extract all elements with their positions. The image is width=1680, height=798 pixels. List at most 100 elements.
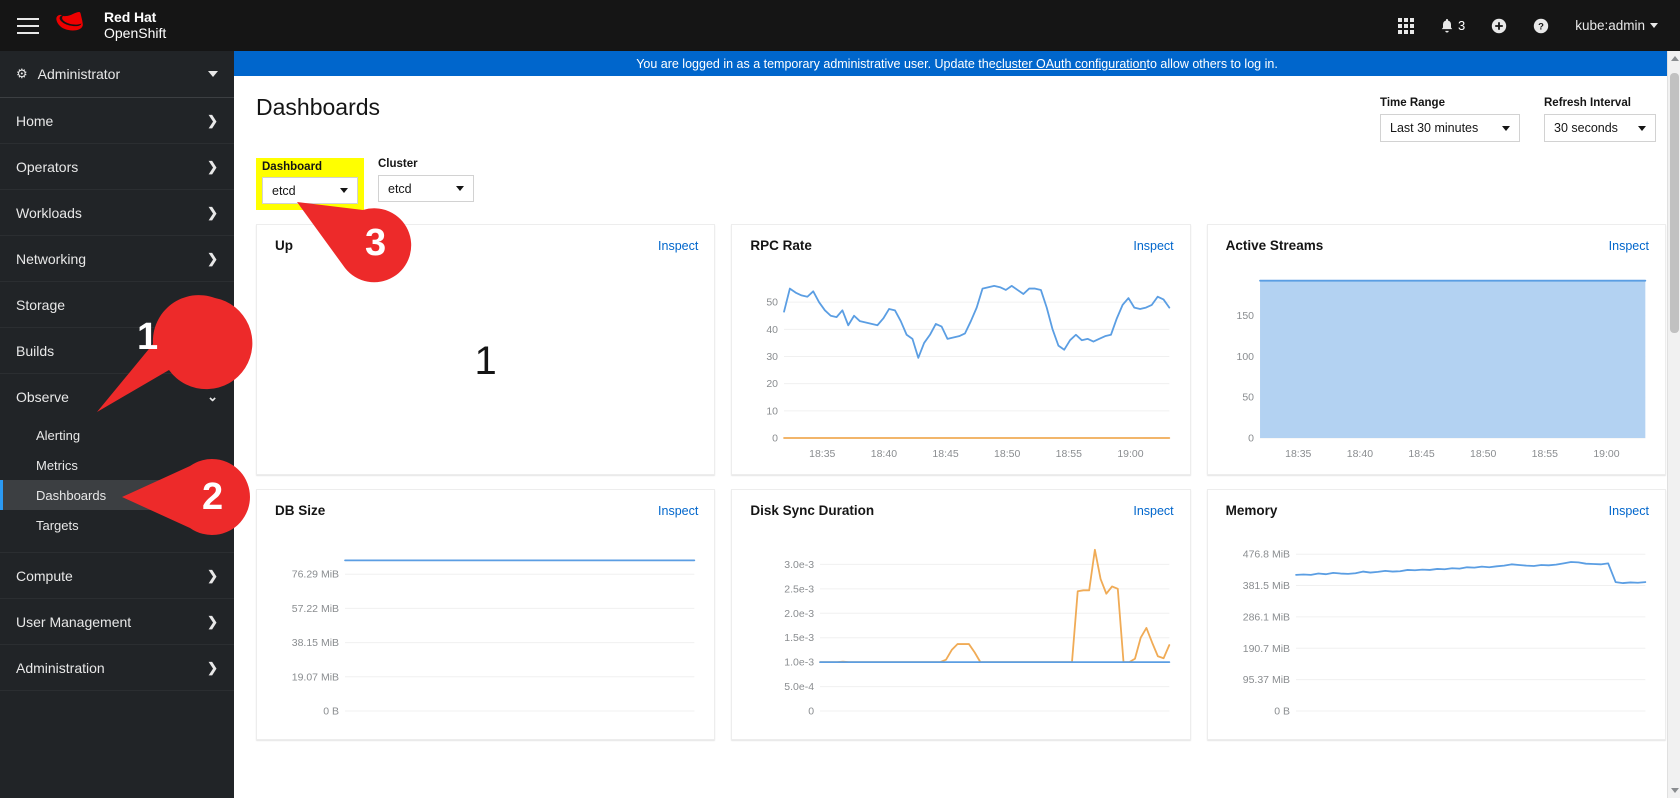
- observe-subnav: Alerting Metrics Dashboards Targets: [0, 420, 234, 546]
- sidebar-item-metrics[interactable]: Metrics: [0, 450, 234, 480]
- dashboard-controls: Time Range Last 30 minutes Refresh Inter…: [1380, 94, 1656, 142]
- sidebar-item-label: Networking: [16, 250, 87, 267]
- sidebar-item-targets[interactable]: Targets: [0, 510, 234, 540]
- inspect-link[interactable]: Inspect: [1609, 239, 1649, 253]
- page-title: Dashboards: [256, 94, 381, 120]
- svg-text:30: 30: [767, 351, 779, 363]
- temporary-user-banner: You are logged in as a temporary adminis…: [234, 51, 1680, 76]
- add-button[interactable]: [1491, 18, 1507, 34]
- chevron-right-icon: ❯: [207, 158, 218, 174]
- chevron-down-icon: [1650, 23, 1658, 28]
- svg-text:0: 0: [809, 706, 815, 718]
- chevron-right-icon: ❯: [207, 342, 218, 358]
- chevron-down-icon: [340, 188, 348, 193]
- sidebar-item-label: Operators: [16, 158, 79, 175]
- chevron-right-icon: ❯: [207, 250, 218, 266]
- sidebar-item-dashboards[interactable]: Dashboards: [0, 480, 234, 510]
- sidebar-item-user-management[interactable]: User Management ❯: [0, 599, 234, 645]
- help-button[interactable]: ?: [1533, 18, 1549, 34]
- svg-text:5.0e-4: 5.0e-4: [785, 681, 815, 693]
- chevron-right-icon: ❯: [207, 613, 218, 629]
- brand-logo[interactable]: Red Hat OpenShift: [56, 9, 166, 41]
- chart-active-streams[interactable]: 0 50 100 150 18:35 18:40 18:45 18:50 18:55 19:00: [1218, 259, 1655, 464]
- sidebar-item-builds[interactable]: Builds ❯: [0, 328, 234, 374]
- dashboard-value: etcd: [272, 183, 296, 198]
- scroll-thumb[interactable]: [1670, 73, 1679, 333]
- card-rpc-rate: RPC Rate Inspect 0 10 20 30 40 50 18:35 18:40 18…: [731, 224, 1191, 475]
- time-range-select[interactable]: Last 30 minutes: [1380, 114, 1520, 142]
- chart-disk-sync-duration[interactable]: 0 5.0e-4 1.0e-3 1.5e-3 2.0e-3 2.5e-3 3.0e-3: [742, 524, 1179, 729]
- dashboard-cards: Up Inspect 1 RPC Rate Inspect 0 10 20 30 40 5…: [234, 210, 1680, 740]
- svg-text:2.5e-3: 2.5e-3: [785, 583, 815, 595]
- card-title: Memory: [1225, 503, 1278, 518]
- card-body: 1: [257, 259, 714, 474]
- card-title: Up: [275, 238, 293, 253]
- sidebar-item-workloads[interactable]: Workloads ❯: [0, 190, 234, 236]
- single-stat-value: 1: [474, 339, 497, 383]
- application-launcher-icon[interactable]: [1397, 17, 1414, 34]
- red-hat-logo-icon: [56, 11, 83, 30]
- perspective-switcher[interactable]: ⚙ Administrator: [0, 51, 234, 98]
- sidebar-item-compute[interactable]: Compute ❯: [0, 553, 234, 599]
- svg-text:18:55: 18:55: [1056, 448, 1082, 460]
- svg-text:286.1 MiB: 286.1 MiB: [1242, 611, 1289, 623]
- inspect-link[interactable]: Inspect: [658, 504, 698, 518]
- card-header: Active Streams Inspect: [1208, 225, 1665, 259]
- card-title: Disk Sync Duration: [750, 503, 875, 518]
- card-header: Disk Sync Duration Inspect: [732, 490, 1189, 524]
- chart-memory[interactable]: 0 B 95.37 MiB 190.7 MiB 286.1 MiB 381.5 MiB 4…: [1218, 524, 1655, 729]
- masthead-actions: 3 ? kube:admin: [1397, 17, 1680, 34]
- inspect-link[interactable]: Inspect: [1133, 504, 1173, 518]
- svg-text:476.8 MiB: 476.8 MiB: [1242, 549, 1289, 561]
- user-menu[interactable]: kube:admin: [1575, 18, 1658, 33]
- page-header: Dashboards Time Range Last 30 minutes Re…: [234, 76, 1680, 142]
- refresh-interval-label: Refresh Interval: [1544, 97, 1631, 109]
- sidebar-item-operators[interactable]: Operators ❯: [0, 144, 234, 190]
- cluster-select[interactable]: etcd: [378, 175, 474, 202]
- inspect-link[interactable]: Inspect: [658, 239, 698, 253]
- banner-text-before: You are logged in as a temporary adminis…: [636, 56, 996, 71]
- chart-db-size[interactable]: 0 B 19.07 MiB 38.15 MiB 57.22 MiB 76.29 MiB: [267, 524, 704, 729]
- card-row-2: DB Size Inspect 0 B 19.07 MiB 38.15 MiB 57.…: [256, 489, 1666, 740]
- svg-text:0 B: 0 B: [323, 706, 339, 718]
- svg-text:0: 0: [773, 433, 779, 445]
- svg-text:100: 100: [1236, 351, 1254, 363]
- scroll-up-icon[interactable]: [1671, 56, 1679, 61]
- svg-text:1.5e-3: 1.5e-3: [785, 632, 815, 644]
- dashboard-select-highlight: Dashboard etcd: [256, 158, 364, 210]
- svg-text:150: 150: [1236, 310, 1254, 322]
- sidebar-item-home[interactable]: Home ❯: [0, 98, 234, 144]
- svg-text:0 B: 0 B: [1274, 706, 1290, 718]
- chart-rpc-rate[interactable]: 0 10 20 30 40 50 18:35 18:40 18:45 18:50 18:55 19:0…: [742, 259, 1179, 464]
- svg-text:18:55: 18:55: [1531, 448, 1557, 460]
- bell-icon: [1441, 18, 1453, 33]
- sidebar-item-alerting[interactable]: Alerting: [0, 420, 234, 450]
- page-scrollbar[interactable]: [1667, 51, 1680, 798]
- sidebar-item-observe[interactable]: Observe ⌄: [0, 374, 234, 420]
- svg-text:18:45: 18:45: [1408, 448, 1434, 460]
- hamburger-menu-icon[interactable]: [0, 0, 56, 51]
- sidebar-item-label: Workloads: [16, 204, 82, 221]
- brand-text: Red Hat OpenShift: [104, 9, 166, 41]
- inspect-link[interactable]: Inspect: [1133, 239, 1173, 253]
- inspect-link[interactable]: Inspect: [1609, 504, 1649, 518]
- svg-text:38.15 MiB: 38.15 MiB: [292, 637, 339, 649]
- notifications-button[interactable]: 3: [1440, 18, 1465, 34]
- scroll-down-icon[interactable]: [1671, 788, 1679, 793]
- sidebar-subitem-label: Alerting: [36, 427, 81, 443]
- refresh-interval-select[interactable]: 30 seconds: [1544, 114, 1656, 142]
- svg-text:18:35: 18:35: [1285, 448, 1311, 460]
- banner-text-after: to allow others to log in.: [1146, 56, 1278, 71]
- dashboard-select[interactable]: etcd: [262, 177, 358, 204]
- card-title: Active Streams: [1225, 238, 1324, 253]
- sidebar-item-storage[interactable]: Storage ❯: [0, 282, 234, 328]
- card-db-size: DB Size Inspect 0 B 19.07 MiB 38.15 MiB 57.…: [256, 489, 716, 740]
- sidebar-item-networking[interactable]: Networking ❯: [0, 236, 234, 282]
- svg-text:18:45: 18:45: [933, 448, 959, 460]
- sidebar-item-administration[interactable]: Administration ❯: [0, 645, 234, 691]
- svg-text:10: 10: [767, 405, 779, 417]
- time-range-label: Time Range: [1380, 97, 1445, 109]
- cluster-oauth-link[interactable]: cluster OAuth configuration: [996, 57, 1147, 71]
- perspective-label: Administrator: [37, 66, 121, 82]
- card-body: 0 10 20 30 40 50 18:35 18:40 18:45 18:50 18:55 19:0…: [732, 259, 1189, 474]
